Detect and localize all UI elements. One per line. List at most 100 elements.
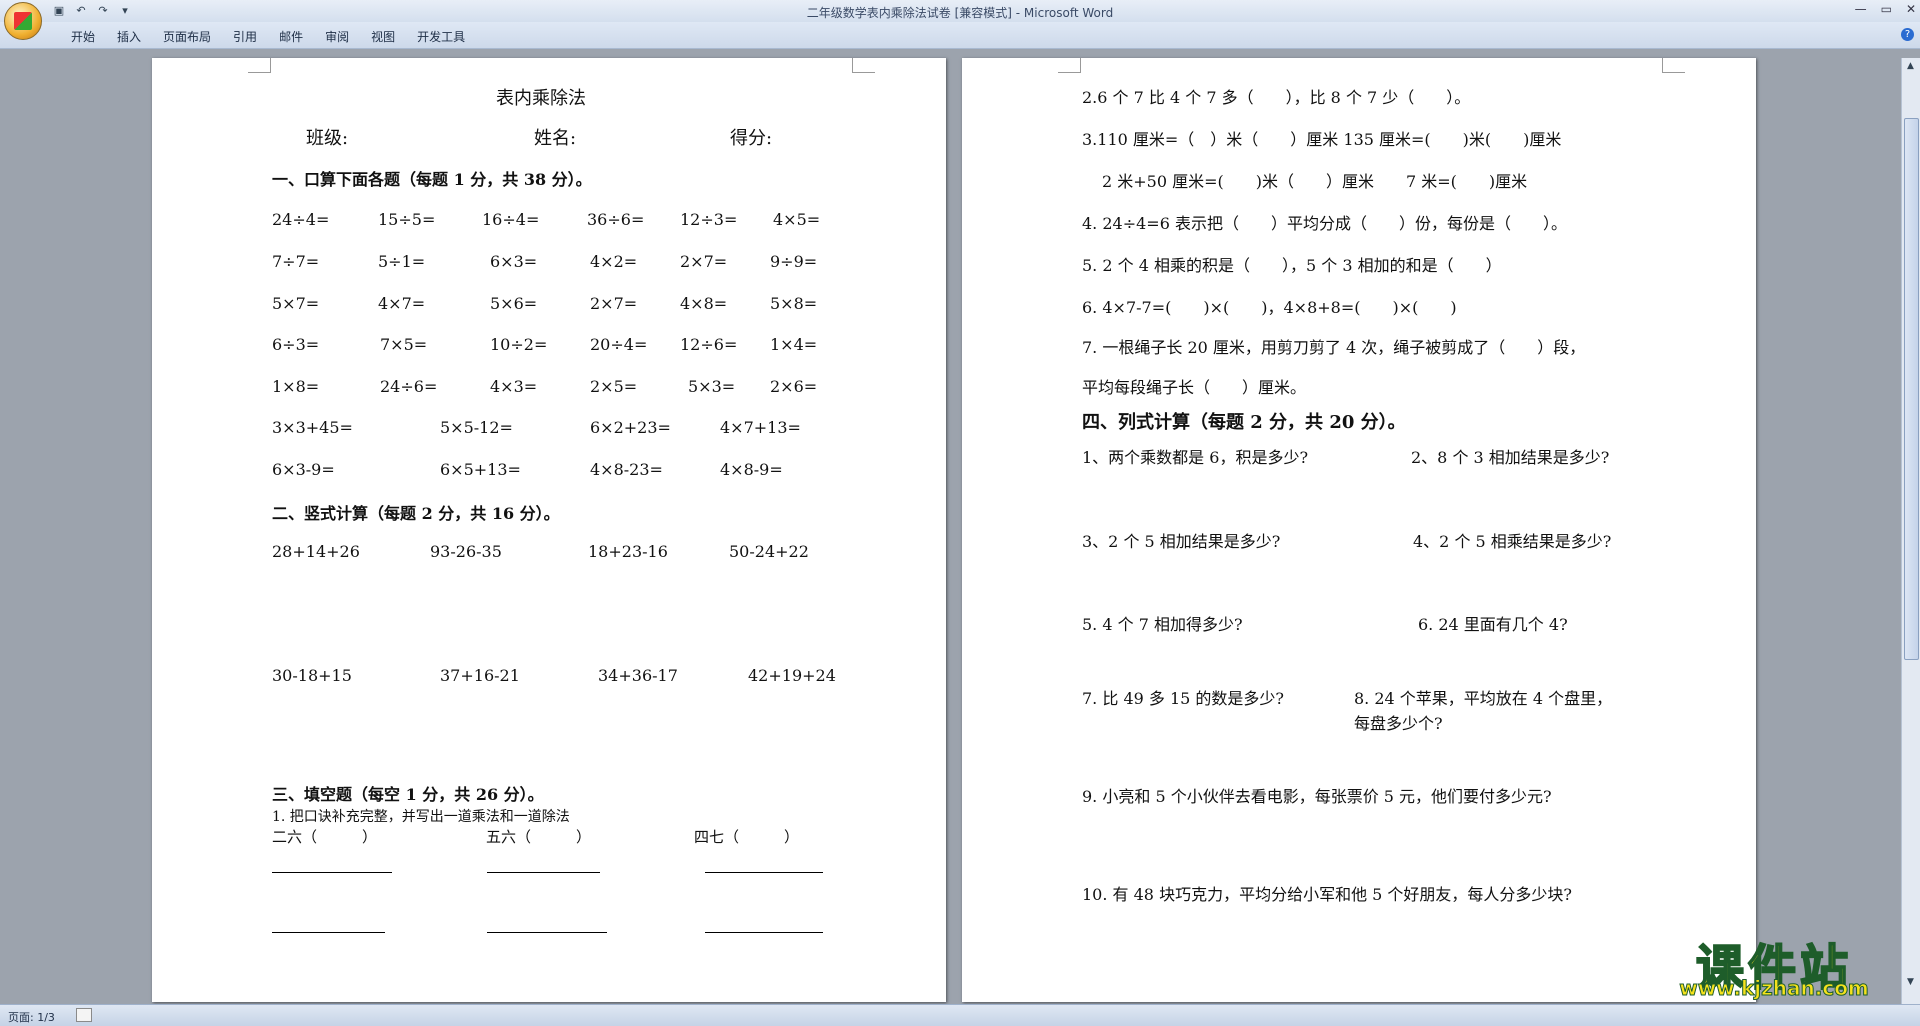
answer-line: [705, 932, 823, 933]
help-icon[interactable]: ?: [1901, 28, 1914, 41]
score-label: 得分:: [730, 128, 773, 149]
crop-mark: [1662, 58, 1685, 73]
problem: 24÷6=: [380, 377, 438, 396]
question: 3.110 厘米=（ ）米（ ）厘米 135 厘米=( )米( )厘米: [1082, 130, 1562, 149]
problem: 9÷9=: [770, 252, 818, 271]
section-heading-word-problems: 四、列式计算（每题 2 分，共 20 分）。: [1082, 412, 1406, 433]
class-label: 班级:: [306, 128, 349, 149]
office-button[interactable]: [4, 2, 42, 40]
question: 平均每段绳子长（ ）厘米。: [1082, 378, 1307, 397]
problem: 1×8=: [272, 377, 320, 396]
page-title: 表内乘除法: [496, 88, 586, 109]
scroll-down-icon[interactable]: ▼: [1904, 976, 1917, 989]
office-logo-icon: [14, 12, 32, 30]
word-problem: 6. 24 里面有几个 4?: [1418, 615, 1568, 634]
problem: 4×8-9=: [720, 460, 783, 479]
problem: 30-18+15: [272, 666, 352, 685]
answer-line: [705, 872, 823, 873]
question: 6. 4×7-7=( )×( )，4×8+8=( )×( ): [1082, 298, 1457, 317]
word-problem: 4、2 个 5 相乘结果是多少?: [1413, 532, 1612, 551]
problem: 4×7=: [378, 294, 426, 313]
problem: 6×3-9=: [272, 460, 335, 479]
tab-review[interactable]: 审阅: [314, 28, 360, 45]
problem: 24÷4=: [272, 210, 330, 229]
problem: 42+19+24: [748, 666, 836, 685]
maximize-icon[interactable]: ▭: [1881, 2, 1892, 16]
problem: 5×3=: [688, 377, 736, 396]
problem: 2×7=: [680, 252, 728, 271]
problem: 1×4=: [770, 335, 818, 354]
proofing-icon[interactable]: [76, 1008, 92, 1022]
section-heading-oral: 一、口算下面各题（每题 1 分，共 38 分）。: [272, 170, 592, 189]
scroll-up-icon[interactable]: ▲: [1904, 60, 1917, 73]
problem: 2×6=: [770, 377, 818, 396]
title-bar: ▣ ↶ ↷ ▾ 二年级数学表内乘除法试卷 [兼容模式] - Microsoft …: [0, 0, 1920, 22]
problem: 5×8=: [770, 294, 818, 313]
problem: 4×3=: [490, 377, 538, 396]
document-page-1[interactable]: 表内乘除法 班级: 姓名: 得分: 一、口算下面各题（每题 1 分，共 38 分…: [152, 58, 946, 1002]
question: 5. 2 个 4 相乘的积是（ ），5 个 3 相加的和是（ ）: [1082, 256, 1502, 275]
window-controls: — ▭ ✕: [1855, 2, 1916, 16]
word-problem: 3、2 个 5 相加结果是多少?: [1082, 532, 1281, 551]
problem: 5×6=: [490, 294, 538, 313]
problem: 12÷3=: [680, 210, 738, 229]
crop-mark: [1058, 58, 1081, 73]
vertical-scrollbar[interactable]: ▲ ▼: [1901, 58, 1920, 1004]
word-problem: 7. 比 49 多 15 的数是多少?: [1082, 689, 1284, 708]
answer-line: [487, 872, 600, 873]
problem: 7÷7=: [272, 252, 320, 271]
tab-home[interactable]: 开始: [60, 28, 106, 45]
problem: 6÷3=: [272, 335, 320, 354]
tab-insert[interactable]: 插入: [106, 28, 152, 45]
koujue-blank: 五六（ ）: [486, 828, 592, 846]
problem: 5×5-12=: [440, 418, 513, 437]
problem: 34+36-17: [598, 666, 678, 685]
scrollbar-thumb[interactable]: [1904, 118, 1919, 660]
name-label: 姓名:: [534, 128, 577, 149]
tab-developer[interactable]: 开发工具: [406, 28, 476, 45]
watermark-url: www.kjzhan.com: [1679, 976, 1870, 1001]
problem: 15÷5=: [378, 210, 436, 229]
problem: 28+14+26: [272, 542, 360, 561]
koujue-blank: 二六（ ）: [272, 828, 378, 846]
crop-mark: [852, 58, 875, 73]
answer-line: [272, 872, 392, 873]
problem: 4×2=: [590, 252, 638, 271]
problem: 3×3+45=: [272, 418, 353, 437]
problem: 7×5=: [380, 335, 428, 354]
problem: 4×8=: [680, 294, 728, 313]
question: 7. 一根绳子长 20 厘米，用剪刀剪了 4 次，绳子被剪成了（ ）段，: [1082, 338, 1586, 357]
problem: 4×8-23=: [590, 460, 663, 479]
tab-references[interactable]: 引用: [222, 28, 268, 45]
problem: 10÷2=: [490, 335, 548, 354]
status-bar: 页面: 1/3: [0, 1004, 1920, 1026]
problem: 6×5+13=: [440, 460, 521, 479]
question: 4. 24÷4=6 表示把（ ）平均分成（ ）份，每份是（ ）。: [1082, 214, 1567, 233]
word-problem: 10. 有 48 块巧克力，平均分给小军和他 5 个好朋友，每人分多少块?: [1082, 885, 1572, 904]
word-problem: 1、两个乘数都是 6，积是多少?: [1082, 448, 1309, 467]
answer-line: [487, 932, 607, 933]
problem: 93-26-35: [430, 542, 502, 561]
minimize-icon[interactable]: —: [1855, 2, 1867, 16]
tab-view[interactable]: 视图: [360, 28, 406, 45]
problem: 12÷6=: [680, 335, 738, 354]
question: 2 米+50 厘米=( )米（ ）厘米 7 米=( )厘米: [1102, 172, 1528, 191]
site-watermark: 课件站 www.kjzhan.com: [1654, 928, 1894, 1001]
problem: 5×7=: [272, 294, 320, 313]
problem: 18+23-16: [588, 542, 668, 561]
window-title: 二年级数学表内乘除法试卷 [兼容模式] - Microsoft Word: [806, 6, 1114, 20]
tab-page-layout[interactable]: 页面布局: [152, 28, 222, 45]
problem: 36÷6=: [587, 210, 645, 229]
document-page-2[interactable]: 2.6 个 7 比 4 个 7 多（ ），比 8 个 7 少（ ）。 3.110…: [962, 58, 1756, 1002]
word-problem: 2、8 个 3 相加结果是多少?: [1411, 448, 1610, 467]
problem: 50-24+22: [729, 542, 809, 561]
problem: 20÷4=: [590, 335, 648, 354]
page-count[interactable]: 页面: 1/3: [8, 1009, 55, 1025]
problem: 5÷1=: [378, 252, 426, 271]
close-icon[interactable]: ✕: [1906, 2, 1916, 16]
tab-mailings[interactable]: 邮件: [268, 28, 314, 45]
ribbon-tab-bar: 开始 插入 页面布局 引用 邮件 审阅 视图 开发工具 ?: [0, 22, 1920, 49]
problem: 2×7=: [590, 294, 638, 313]
question: 1. 把口诀补充完整，并写出一道乘法和一道除法: [272, 809, 570, 825]
section-heading-vertical: 二、竖式计算（每题 2 分，共 16 分）。: [272, 504, 560, 523]
